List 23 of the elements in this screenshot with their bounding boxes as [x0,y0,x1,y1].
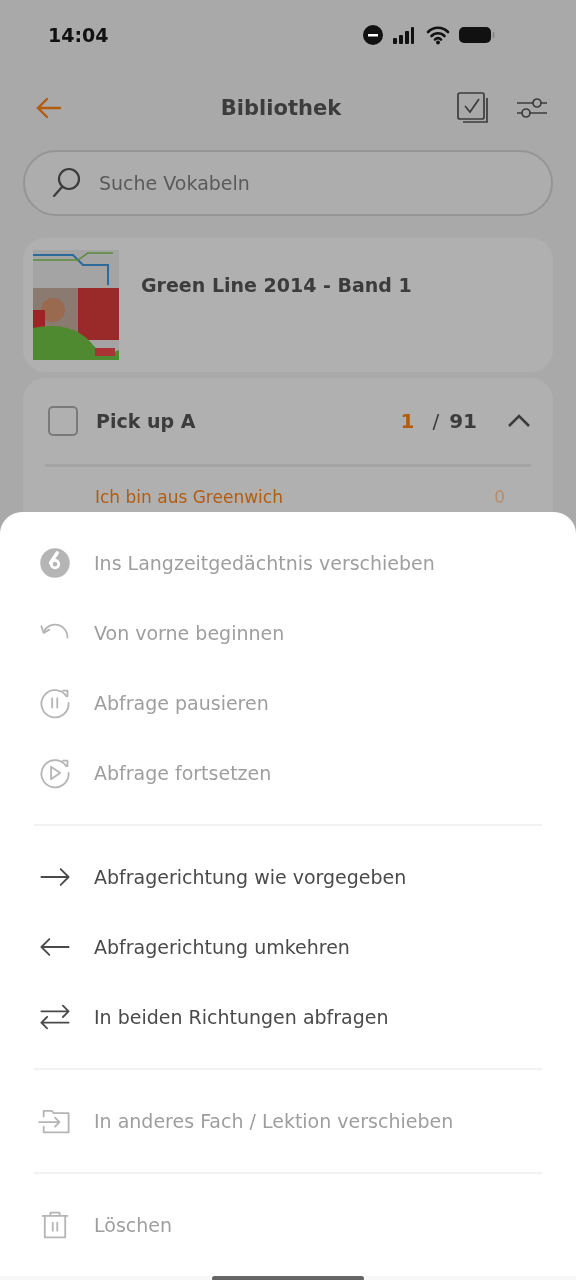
menu-item[interactable]: Abfragerichtung wie vorgegeben [34,842,542,912]
wifi-icon [426,25,450,45]
lesson-title: Ich bin aus Greenwich [95,487,284,507]
menu-item[interactable]: Abfragerichtung umkehren [34,912,542,982]
pause-circle-icon [38,686,72,720]
menu-item[interactable]: In beiden Richtungen abfragen [34,982,542,1052]
battery-icon [458,25,496,45]
clock-time: 14:04 [48,24,109,46]
focus-icon [362,24,384,46]
play-circle-icon [38,756,72,790]
section-title: Pick up A [96,410,197,432]
search-icon [51,166,83,200]
count-separator: / [432,409,440,433]
page-title: Bibliothek [219,96,343,120]
section-checkbox[interactable] [48,406,78,436]
search-field[interactable]: Suche Vokabeln [23,150,553,216]
lesson-count: 0 [494,487,505,507]
total-count: 91 [449,409,477,433]
chevron-icon[interactable] [507,414,531,428]
done-count: 1 [400,409,415,433]
book-card[interactable]: Green Line 2014 - Band 1 [23,238,553,372]
book-title: Green Line 2014 - Band 1 [141,274,412,298]
six-circle-icon [38,546,72,580]
